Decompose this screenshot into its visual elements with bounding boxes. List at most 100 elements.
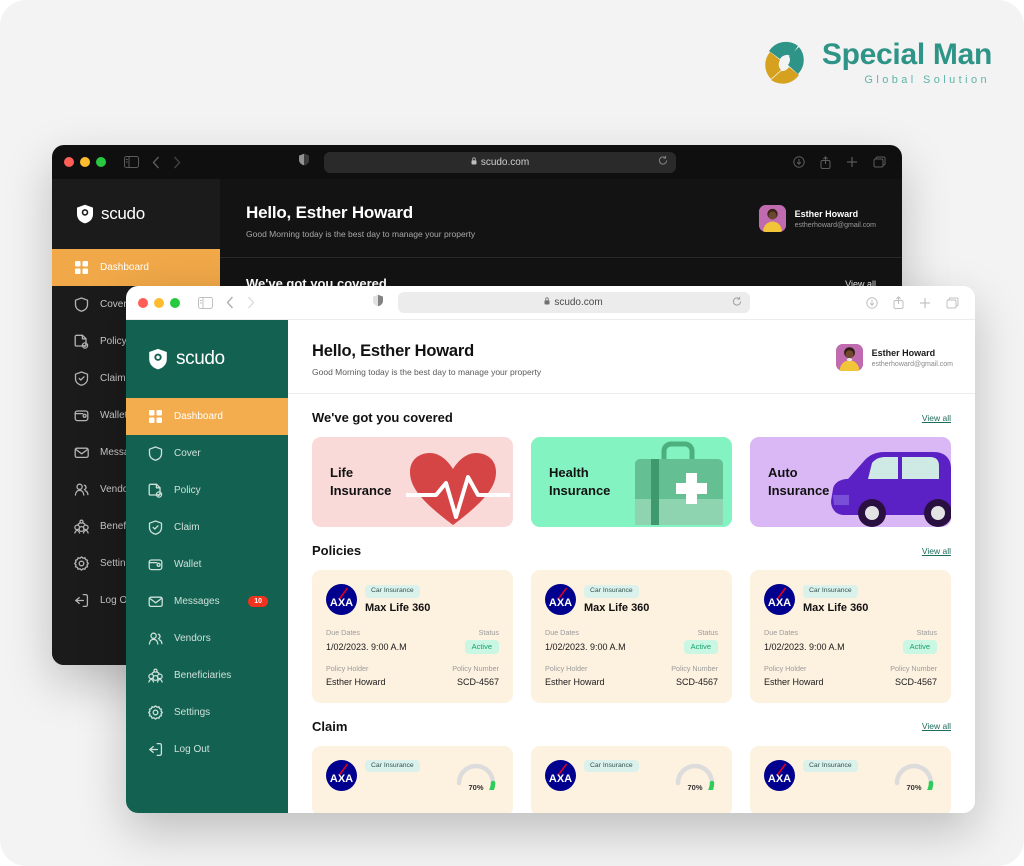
due-date-value: 1/02/2023. 9:00 A.M [764, 642, 845, 653]
app-logo-text: scudo [176, 348, 225, 369]
sidebar-item-beneficiaries[interactable]: Beneficiaries [126, 657, 288, 694]
policy-card[interactable]: AXA Car Insurance Max Life 360 Due Dates Sta… [531, 570, 732, 703]
close-button[interactable] [64, 157, 74, 167]
cover-card-auto[interactable]: Auto Insurance [750, 437, 951, 527]
claims-view-all[interactable]: View all [922, 721, 951, 731]
svg-text:AXA: AXA [549, 597, 572, 609]
app-logo[interactable]: scudo [126, 320, 288, 398]
svg-text:AXA: AXA [549, 773, 572, 785]
sidebar-item-wallet[interactable]: Wallet [126, 546, 288, 583]
cover-card-label: Life Insurance [330, 465, 392, 498]
claim-card[interactable]: AXA Car Insurance 70% [531, 745, 732, 813]
svg-text:AXA: AXA [768, 597, 791, 609]
user-profile-dark[interactable]: Esther Howard estherhoward@gmail.com [758, 205, 876, 232]
browser-window-light[interactable]: scudo.com scudo Dashboard Cover Policy C… [126, 286, 975, 813]
reload-icon[interactable] [732, 296, 742, 309]
axa-logo: AXA [764, 584, 795, 615]
status-badge: Active [902, 640, 937, 654]
share-icon[interactable] [893, 296, 904, 309]
forward-icon[interactable] [247, 296, 255, 309]
privacy-shield-icon[interactable] [372, 294, 384, 312]
cover-card-health[interactable]: Health Insurance [531, 437, 732, 527]
sidebar-toggle-icon[interactable] [198, 296, 213, 309]
claim-category: Car Insurance [584, 759, 639, 773]
avatar-dark [758, 205, 786, 232]
policy-card[interactable]: AXA Car Insurance Max Life 360 Due Dates Sta… [750, 570, 951, 703]
policy-holder-value: Esther Howard [764, 676, 824, 687]
app-logo-dark[interactable]: scudo [52, 179, 220, 249]
group-icon [148, 668, 163, 683]
sidebar-item-dashboard[interactable]: Dashboard [126, 398, 288, 435]
users-icon [148, 631, 163, 646]
policy-card[interactable]: AXA Car Insurance Max Life 360 Due Dates Sta… [312, 570, 513, 703]
sidebar-item-label: Log Out [174, 744, 210, 755]
close-button[interactable] [138, 297, 148, 308]
claim-progress-gauge: 70% [891, 760, 937, 802]
sidebar-item-dashboard[interactable]: Dashboard [52, 249, 220, 286]
users-icon [74, 482, 89, 497]
policy-holder-label: Policy Holder [545, 663, 588, 673]
new-tab-icon[interactable] [846, 156, 858, 168]
sidebar-item-cover[interactable]: Cover [126, 435, 288, 472]
document-check-icon [148, 483, 163, 498]
grid-icon [74, 260, 89, 275]
sidebar-item-policy[interactable]: Policy [126, 472, 288, 509]
axa-logo: AXA [326, 759, 357, 791]
share-icon[interactable] [820, 155, 831, 169]
sidebar-item-log-out[interactable]: Log Out [126, 731, 288, 768]
policy-number-label: Policy Number [890, 663, 937, 673]
greeting: Hello, Esther Howard [312, 342, 474, 360]
maximize-button[interactable] [96, 157, 106, 167]
url-text-dark: scudo.com [480, 156, 530, 168]
sidebar-item-label: Dashboard [100, 262, 149, 273]
user-profile[interactable]: Esther Howard estherhoward@gmail.com [835, 344, 953, 371]
claim-card[interactable]: AXA Car Insurance 70% [312, 745, 513, 813]
traffic-lights-light[interactable] [138, 297, 180, 308]
page-header: Hello, Esther Howard Good Morning today … [288, 320, 975, 393]
due-date-value: 1/02/2023. 9:00 A.M [326, 642, 407, 653]
cover-card-life[interactable]: Life Insurance [312, 437, 513, 527]
user-name-dark: Esther Howard [794, 208, 859, 219]
group-icon [74, 519, 89, 534]
sidebar-item-vendors[interactable]: Vendors [126, 620, 288, 657]
policy-number-value: SCD-4567 [675, 676, 718, 687]
new-tab-icon[interactable] [919, 297, 931, 309]
sidebar-toggle-icon[interactable] [124, 156, 139, 168]
shield-icon [74, 297, 89, 312]
claim-progress-value: 70% [687, 782, 703, 792]
back-icon[interactable] [152, 156, 160, 169]
cover-view-all[interactable]: View all [922, 413, 951, 423]
address-bar-dark[interactable]: scudo.com [324, 151, 676, 173]
policy-name: Max Life 360 [584, 601, 650, 614]
download-icon[interactable] [866, 296, 878, 309]
due-dates-label: Due Dates [326, 628, 360, 637]
policies-view-all[interactable]: View all [922, 546, 951, 556]
due-dates-label: Due Dates [545, 628, 579, 637]
car-art [831, 452, 951, 527]
axa-logo: AXA [326, 584, 357, 615]
sidebar-item-messages[interactable]: Messages 10 [126, 583, 288, 620]
tabs-icon[interactable] [946, 297, 959, 309]
reload-icon[interactable] [658, 155, 668, 169]
address-bar-light[interactable]: scudo.com [397, 292, 750, 313]
forward-icon[interactable] [173, 156, 181, 169]
envelope-icon [74, 445, 89, 460]
back-icon[interactable] [226, 296, 234, 309]
status-label: Status [478, 628, 499, 637]
traffic-lights-dark[interactable] [64, 157, 106, 167]
sidebar-item-settings[interactable]: Settings [126, 694, 288, 731]
claim-card[interactable]: AXA Car Insurance 70% [750, 745, 951, 813]
policy-number-label: Policy Number [671, 663, 718, 673]
privacy-shield-icon[interactable] [298, 153, 310, 171]
minimize-button[interactable] [80, 157, 90, 167]
maximize-button[interactable] [170, 297, 180, 308]
policy-holder-label: Policy Holder [764, 663, 807, 673]
minimize-button[interactable] [154, 297, 164, 308]
policy-holder-value: Esther Howard [326, 676, 386, 687]
svg-text:AXA: AXA [768, 773, 791, 785]
tabs-icon[interactable] [873, 156, 886, 168]
download-icon[interactable] [793, 156, 805, 168]
sidebar-item-claim[interactable]: Claim [126, 509, 288, 546]
axa-logo: AXA [545, 584, 576, 615]
sidebar-item-label: Policy [174, 485, 201, 496]
